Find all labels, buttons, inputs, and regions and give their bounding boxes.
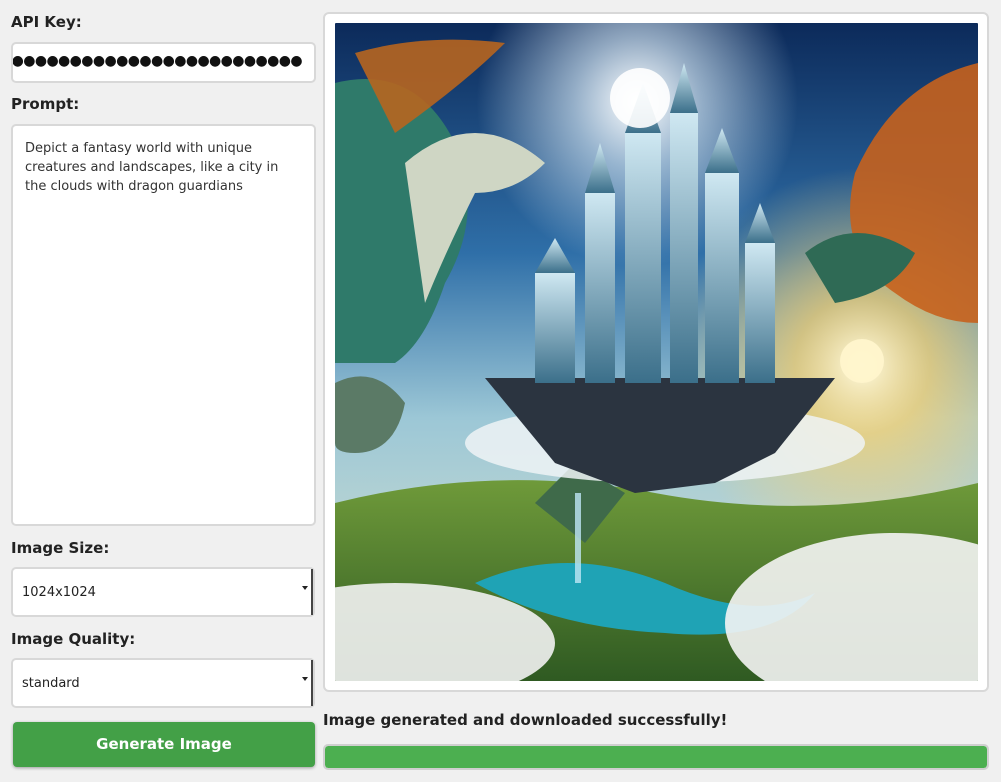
image-size-label: Image Size:	[11, 539, 110, 557]
image-quality-select[interactable]: standard	[11, 658, 315, 708]
image-quality-label: Image Quality:	[11, 630, 136, 648]
status-message: Image generated and downloaded successfu…	[323, 711, 728, 729]
chevron-down-icon	[302, 677, 308, 681]
progress-bar-fill	[325, 746, 987, 768]
generate-image-button[interactable]: Generate Image	[13, 722, 315, 767]
select-edge	[308, 660, 313, 706]
progress-bar	[323, 744, 989, 770]
generated-image-panel	[323, 12, 989, 692]
image-size-select[interactable]: 1024x1024	[11, 567, 315, 617]
prompt-label: Prompt:	[11, 95, 80, 113]
prompt-text: Depict a fantasy world with unique creat…	[25, 141, 279, 194]
api-key-input[interactable]: ●●●●●●●●●●●●●●●●●●●●●●●●●●●●●●●●●●●●●●●	[11, 42, 316, 83]
chevron-down-icon	[302, 586, 308, 590]
select-edge	[308, 569, 313, 615]
image-quality-value: standard	[22, 676, 80, 691]
generated-image	[335, 23, 978, 681]
prompt-textarea[interactable]: Depict a fantasy world with unique creat…	[11, 124, 316, 526]
api-key-label: API Key:	[11, 13, 82, 31]
image-size-value: 1024x1024	[22, 585, 96, 600]
image-generator-app: API Key: ●●●●●●●●●●●●●●●●●●●●●●●●●●●●●●●…	[0, 0, 1001, 782]
api-key-masked-value: ●●●●●●●●●●●●●●●●●●●●●●●●●●●●●●●●●●●●●●●	[11, 53, 303, 69]
